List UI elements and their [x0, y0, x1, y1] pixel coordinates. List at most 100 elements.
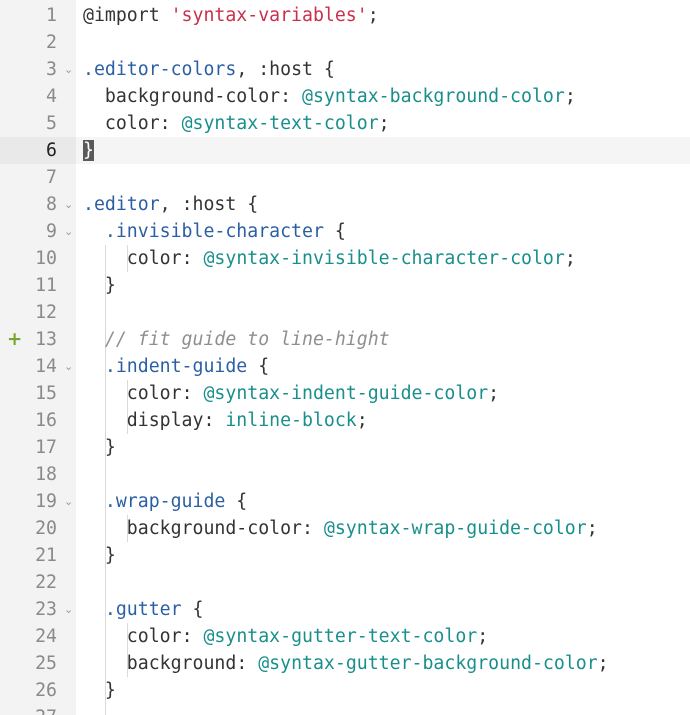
code-text[interactable]: .editor-colors, :host {: [83, 56, 335, 83]
code-line[interactable]: 23 ⌄ .gutter {: [0, 596, 690, 623]
chevron-down-icon[interactable]: ⌄: [64, 56, 73, 83]
token-val: inline-block: [225, 410, 357, 431]
code-line[interactable]: 15 color: @syntax-indent-guide-color;: [0, 380, 690, 407]
line-number-cell[interactable]: 25: [0, 650, 76, 677]
token-sel: .indent-guide: [83, 356, 248, 377]
code-text[interactable]: background-color: @syntax-background-col…: [83, 83, 576, 110]
code-text[interactable]: }: [83, 542, 116, 569]
line-number-cell[interactable]: 15: [0, 380, 76, 407]
line-number-cell[interactable]: 24: [0, 623, 76, 650]
line-number-cell[interactable]: 14 ⌄: [0, 353, 76, 380]
code-line[interactable]: 5 color: @syntax-text-color;: [0, 110, 690, 137]
token-punc: ;: [564, 86, 576, 107]
code-line[interactable]: 27: [0, 704, 690, 715]
line-number-cell[interactable]: 8 ⌄: [0, 191, 76, 218]
code-line[interactable]: 18: [0, 461, 690, 488]
code-line[interactable]: 2: [0, 29, 690, 56]
code-text[interactable]: color: @syntax-gutter-text-color;: [83, 623, 488, 650]
code-line[interactable]: 1 @import 'syntax-variables';: [0, 2, 690, 29]
line-number-cell[interactable]: +13: [0, 326, 76, 353]
token-prop: background: [83, 653, 237, 674]
line-number-cell[interactable]: 23 ⌄: [0, 596, 76, 623]
chevron-down-icon[interactable]: ⌄: [64, 488, 73, 515]
code-line[interactable]: 24 color: @syntax-gutter-text-color;: [0, 623, 690, 650]
line-number-cell[interactable]: 3 ⌄: [0, 56, 76, 83]
line-number-cell[interactable]: 6: [0, 137, 76, 164]
token-punc: }: [83, 545, 116, 566]
line-number-cell[interactable]: 11: [0, 272, 76, 299]
line-number-cell[interactable]: 5: [0, 110, 76, 137]
code-text[interactable]: }: [83, 137, 94, 164]
code-text[interactable]: @import 'syntax-variables';: [83, 2, 379, 29]
line-number: 10: [35, 248, 57, 269]
code-text[interactable]: .invisible-character {: [83, 218, 346, 245]
line-number-cell[interactable]: 7: [0, 164, 76, 191]
token-var: @syntax-text-color: [181, 113, 379, 134]
line-number-cell[interactable]: 17: [0, 434, 76, 461]
code-line[interactable]: +13 // fit guide to line-hight: [0, 326, 690, 353]
line-number-cell[interactable]: 26: [0, 677, 76, 704]
editor-lines[interactable]: 1 @import 'syntax-variables'; 2 3 ⌄ .editor-c…: [0, 2, 690, 715]
code-text[interactable]: color: @syntax-indent-guide-color;: [83, 380, 499, 407]
code-line[interactable]: 26 }: [0, 677, 690, 704]
line-number-cell[interactable]: 16: [0, 407, 76, 434]
line-number-cell[interactable]: 19 ⌄: [0, 488, 76, 515]
code-text[interactable]: }: [83, 677, 116, 704]
code-text[interactable]: .wrap-guide {: [83, 488, 247, 515]
token-comment: // fit guide to line-hight: [83, 329, 390, 350]
line-number-cell[interactable]: 27: [0, 704, 76, 715]
line-number-cell[interactable]: 10: [0, 245, 76, 272]
line-number-cell[interactable]: 18: [0, 461, 76, 488]
code-line[interactable]: 3 ⌄ .editor-colors, :host {: [0, 56, 690, 83]
code-text[interactable]: // fit guide to line-hight: [83, 326, 390, 353]
code-line[interactable]: 4 background-color: @syntax-background-c…: [0, 83, 690, 110]
chevron-down-icon[interactable]: ⌄: [64, 218, 73, 245]
token-var: @syntax-gutter-background-color: [258, 653, 598, 674]
token-sel: .invisible-character: [83, 221, 324, 242]
code-line[interactable]: 21 }: [0, 542, 690, 569]
code-text[interactable]: display: inline-block;: [83, 407, 368, 434]
line-number-cell[interactable]: 12: [0, 299, 76, 326]
line-number-cell[interactable]: 9 ⌄: [0, 218, 76, 245]
code-text[interactable]: .editor, :host {: [83, 191, 258, 218]
code-text[interactable]: }: [83, 272, 116, 299]
code-line[interactable]: 16 display: inline-block;: [0, 407, 690, 434]
line-number-cell[interactable]: 1: [0, 2, 76, 29]
token-sel: .gutter: [83, 599, 182, 620]
line-number-cell[interactable]: 22: [0, 569, 76, 596]
code-text[interactable]: }: [83, 434, 116, 461]
token-sel: .editor: [83, 194, 160, 215]
code-line[interactable]: 8 ⌄ .editor, :host {: [0, 191, 690, 218]
line-number-cell[interactable]: 20: [0, 515, 76, 542]
code-line[interactable]: 7: [0, 164, 690, 191]
code-text[interactable]: background-color: @syntax-wrap-guide-col…: [83, 515, 598, 542]
code-editor[interactable]: 1 @import 'syntax-variables'; 2 3 ⌄ .editor-c…: [0, 0, 690, 715]
code-line[interactable]: 14 ⌄ .indent-guide {: [0, 353, 690, 380]
code-text[interactable]: .gutter {: [83, 596, 204, 623]
plus-icon: +: [7, 329, 23, 350]
chevron-down-icon[interactable]: ⌄: [64, 353, 73, 380]
code-line[interactable]: 25 background: @syntax-gutter-background…: [0, 650, 690, 677]
code-text[interactable]: color: @syntax-invisible-character-color…: [83, 245, 576, 272]
code-line[interactable]: 17 }: [0, 434, 690, 461]
code-line[interactable]: 6}: [0, 137, 690, 164]
line-number-cell[interactable]: 4: [0, 83, 76, 110]
code-line[interactable]: 20 background-color: @syntax-wrap-guide-…: [0, 515, 690, 542]
code-line[interactable]: 11 }: [0, 272, 690, 299]
code-line[interactable]: 19 ⌄ .wrap-guide {: [0, 488, 690, 515]
code-line[interactable]: 9 ⌄ .invisible-character {: [0, 218, 690, 245]
code-text[interactable]: background: @syntax-gutter-background-co…: [83, 650, 609, 677]
line-number: 15: [35, 383, 57, 404]
line-number: 3: [46, 59, 57, 80]
code-line[interactable]: 22: [0, 569, 690, 596]
token-prop: background-color: [83, 86, 281, 107]
code-text[interactable]: .indent-guide {: [83, 353, 269, 380]
code-line[interactable]: 12: [0, 299, 690, 326]
code-line[interactable]: 10 color: @syntax-invisible-character-co…: [0, 245, 690, 272]
chevron-down-icon[interactable]: ⌄: [64, 191, 73, 218]
chevron-down-icon[interactable]: ⌄: [64, 596, 73, 623]
line-number-cell[interactable]: 21: [0, 542, 76, 569]
line-number-cell[interactable]: 2: [0, 29, 76, 56]
code-text[interactable]: color: @syntax-text-color;: [83, 110, 390, 137]
token-sel: .editor-colors: [83, 59, 237, 80]
